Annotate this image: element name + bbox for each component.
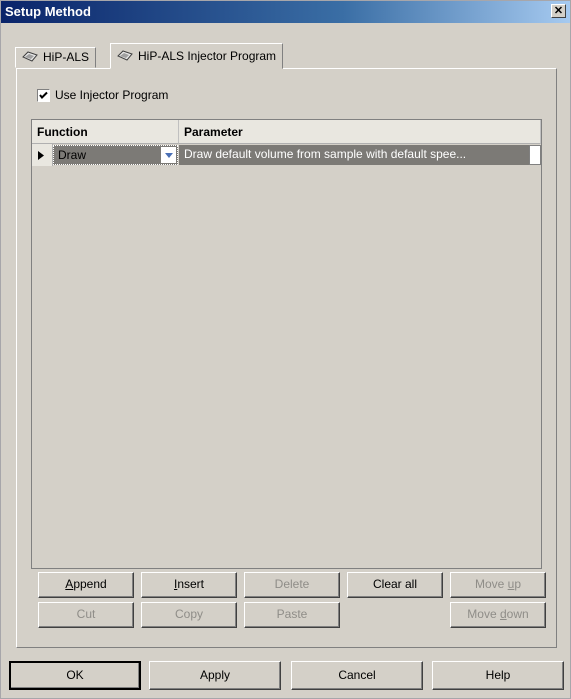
cut-button[interactable]: Cut xyxy=(38,602,134,628)
copy-button[interactable]: Copy xyxy=(141,602,237,628)
tab-label: HiP-ALS Injector Program xyxy=(138,49,277,63)
setup-method-dialog: Setup Method ✕ HiP-ALS HiP-ALS Injector … xyxy=(0,0,571,699)
close-icon: ✕ xyxy=(553,5,564,17)
append-button[interactable]: Append xyxy=(38,572,134,598)
row-end-cell[interactable] xyxy=(529,145,541,165)
function-value: Draw xyxy=(58,148,87,162)
function-dropdown-button[interactable] xyxy=(161,147,176,163)
column-header-function[interactable]: Function xyxy=(32,120,179,144)
injector-program-panel: Use Injector Program Function Parameter … xyxy=(16,68,557,648)
tab-label: HiP-ALS xyxy=(43,50,90,64)
apply-button[interactable]: Apply xyxy=(149,661,281,690)
cancel-button[interactable]: Cancel xyxy=(291,661,423,690)
current-row-arrow-icon xyxy=(38,151,44,160)
move-down-button[interactable]: Move down xyxy=(450,602,546,628)
checkmark-icon xyxy=(39,91,48,99)
delete-button[interactable]: Delete xyxy=(244,572,340,598)
dialog-footer: OK Apply Cancel Help xyxy=(1,651,570,699)
ok-button[interactable]: OK xyxy=(9,661,141,690)
close-button[interactable]: ✕ xyxy=(551,4,566,18)
module-icon xyxy=(22,51,38,62)
injector-program-table[interactable]: Function Parameter Draw Draw default vol… xyxy=(31,119,542,569)
paste-button[interactable]: Paste xyxy=(244,602,340,628)
move-up-button[interactable]: Move up xyxy=(450,572,546,598)
table-row[interactable]: Draw Draw default volume from sample wit… xyxy=(32,144,541,166)
module-icon xyxy=(117,50,133,61)
chevron-down-icon xyxy=(165,153,173,158)
tab-hip-als-injector-program[interactable]: HiP-ALS Injector Program xyxy=(110,43,284,69)
tab-hip-als[interactable]: HiP-ALS xyxy=(15,47,97,68)
parameter-cell[interactable]: Draw default volume from sample with def… xyxy=(179,145,529,165)
title-bar[interactable]: Setup Method ✕ xyxy=(1,1,570,23)
window-title: Setup Method xyxy=(5,4,91,19)
use-injector-program-checkbox[interactable] xyxy=(37,89,50,102)
row-indicator[interactable] xyxy=(32,144,53,166)
insert-button[interactable]: Insert xyxy=(141,572,237,598)
program-buttons: Append Insert Delete Clear all Move up C… xyxy=(31,558,546,638)
function-cell[interactable]: Draw xyxy=(53,145,178,165)
use-injector-program-label: Use Injector Program xyxy=(55,88,169,102)
column-header-parameter[interactable]: Parameter xyxy=(179,120,541,144)
help-button[interactable]: Help xyxy=(432,661,564,690)
clear-all-button[interactable]: Clear all xyxy=(347,572,443,598)
